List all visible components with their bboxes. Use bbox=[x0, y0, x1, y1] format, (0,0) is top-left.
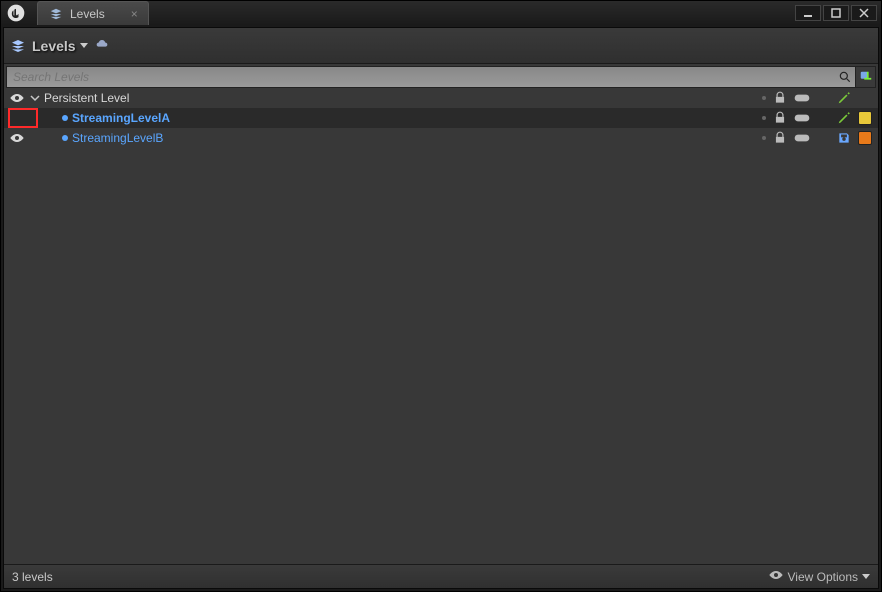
level-color-chip[interactable] bbox=[858, 111, 872, 125]
edit-pencil-icon[interactable] bbox=[836, 110, 852, 126]
level-name: Persistent Level bbox=[44, 91, 129, 105]
titlebar: Levels × bbox=[1, 1, 881, 25]
levels-dropdown-label: Levels bbox=[32, 38, 76, 54]
close-button[interactable] bbox=[851, 5, 877, 21]
levels-dropdown[interactable]: Levels bbox=[32, 38, 88, 54]
status-dot-icon bbox=[762, 96, 766, 100]
streaming-bullet-icon bbox=[62, 115, 68, 121]
view-options-dropdown[interactable]: View Options bbox=[768, 569, 870, 584]
levels-tree: Persistent Level StreamingLevelA bbox=[4, 88, 878, 564]
summon-tool-icon[interactable] bbox=[94, 38, 110, 54]
streaming-bullet-icon bbox=[62, 135, 68, 141]
unreal-logo-icon bbox=[1, 1, 31, 25]
tab-levels-icon bbox=[48, 6, 64, 22]
toolbar: Levels bbox=[4, 28, 878, 64]
row-actions bbox=[762, 90, 874, 106]
search-icon[interactable] bbox=[835, 70, 855, 84]
minimize-button[interactable] bbox=[795, 5, 821, 21]
search-input[interactable] bbox=[7, 70, 835, 84]
level-name: StreamingLevelA bbox=[72, 111, 170, 125]
maximize-button[interactable] bbox=[823, 5, 849, 21]
panel-content: Levels Persi bbox=[3, 27, 879, 589]
expand-toggle[interactable] bbox=[28, 93, 42, 103]
lock-icon[interactable] bbox=[772, 110, 788, 126]
lock-icon[interactable] bbox=[772, 90, 788, 106]
level-row-streaming-a[interactable]: StreamingLevelA bbox=[4, 108, 878, 128]
tab-title: Levels bbox=[70, 7, 105, 21]
chevron-down-icon bbox=[80, 43, 88, 48]
edit-pencil-icon[interactable] bbox=[836, 90, 852, 106]
tab-close-icon[interactable]: × bbox=[131, 7, 138, 21]
status-dot-icon bbox=[762, 136, 766, 140]
window-controls bbox=[793, 5, 881, 21]
view-options-label: View Options bbox=[788, 570, 858, 584]
visibility-toggle[interactable] bbox=[8, 132, 26, 144]
level-color-chip[interactable] bbox=[858, 131, 872, 145]
gamepad-icon[interactable] bbox=[794, 90, 810, 106]
row-actions bbox=[762, 130, 874, 146]
status-bar: 3 levels View Options bbox=[4, 564, 878, 588]
levels-toolbar-icon bbox=[10, 38, 26, 54]
eye-icon bbox=[768, 569, 784, 584]
levels-window: Levels × Levels bbox=[0, 0, 882, 592]
search-bar bbox=[6, 66, 876, 88]
row-actions bbox=[762, 110, 874, 126]
status-dot-icon bbox=[762, 116, 766, 120]
level-row-streaming-b[interactable]: StreamingLevelB bbox=[4, 128, 878, 148]
lock-icon[interactable] bbox=[772, 130, 788, 146]
tab-levels[interactable]: Levels × bbox=[37, 1, 149, 25]
gamepad-icon[interactable] bbox=[794, 130, 810, 146]
visibility-toggle[interactable] bbox=[8, 92, 26, 104]
add-filter-button[interactable] bbox=[855, 67, 875, 87]
gamepad-icon[interactable] bbox=[794, 110, 810, 126]
level-row-persistent[interactable]: Persistent Level bbox=[4, 88, 878, 108]
level-count-label: 3 levels bbox=[12, 570, 53, 584]
level-name: StreamingLevelB bbox=[72, 131, 163, 145]
chevron-down-icon bbox=[862, 574, 870, 579]
save-disk-icon[interactable] bbox=[836, 130, 852, 146]
